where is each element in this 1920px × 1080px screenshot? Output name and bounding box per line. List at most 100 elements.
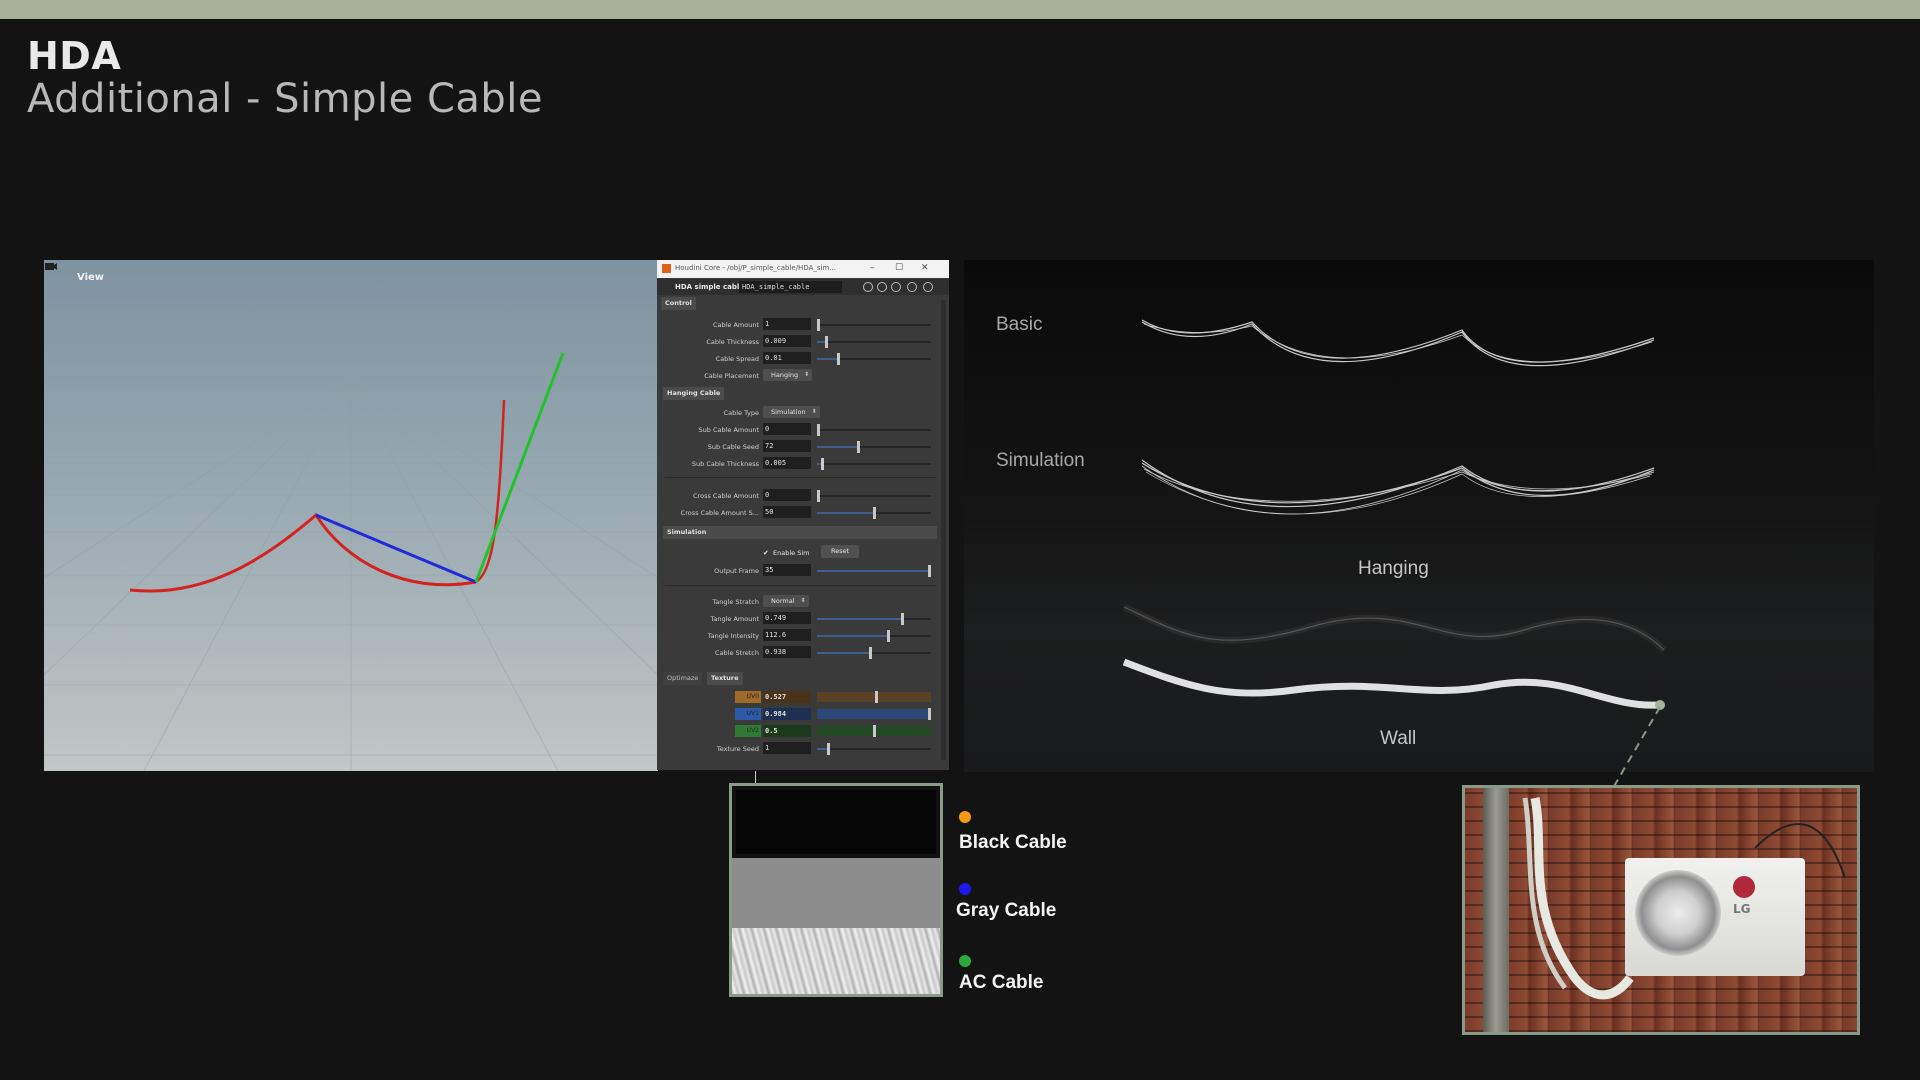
tangle-intensity-field[interactable]: 112.6 — [763, 629, 811, 641]
ac-unit: LG — [1625, 858, 1805, 976]
legend-dot-black-cable — [959, 811, 971, 823]
label-basic: Basic — [996, 314, 1043, 335]
param-cross-cable-amount-s: Cross Cable Amount S... 50 — [657, 506, 949, 519]
cable-thickness-field[interactable]: 0.009 — [763, 335, 811, 347]
cable-curve-red-rise — [475, 399, 506, 584]
enable-sim-checkbox[interactable]: ✔ — [763, 549, 769, 557]
cable-stretch-slider[interactable] — [817, 647, 931, 659]
tab-optimaze[interactable]: Optimaze — [663, 672, 703, 685]
sub-cable-seed-field[interactable]: 72 — [763, 440, 811, 452]
cable-spread-field[interactable]: 0.01 — [763, 352, 811, 364]
help-icon[interactable] — [923, 282, 933, 292]
divider — [665, 585, 937, 586]
uv2-slider[interactable] — [817, 725, 931, 737]
uv0-slider[interactable] — [817, 691, 931, 703]
tangle-amount-field[interactable]: 0.749 — [763, 612, 811, 624]
cable-spread-slider[interactable] — [817, 353, 931, 365]
brush-icon[interactable] — [877, 282, 887, 292]
cable-amount-slider[interactable] — [817, 319, 931, 331]
cable-stretch-field[interactable]: 0.938 — [763, 646, 811, 658]
cable-line-green — [474, 352, 565, 583]
param-cable-type: Cable Type Simulation — [657, 406, 949, 419]
sub-cable-seed-slider[interactable] — [817, 441, 931, 453]
render-showcase: Basic Simulation Hanging Wall — [964, 260, 1874, 772]
reset-button[interactable]: Reset — [821, 545, 860, 558]
top-accent-bar — [0, 0, 1920, 19]
param-tangle-stratch: Tangle Stratch Normal — [657, 595, 949, 608]
viewport-3d[interactable]: View — [44, 260, 658, 771]
close-icon[interactable]: ✕ — [921, 263, 929, 273]
uv1-field[interactable]: 0.984 — [763, 708, 811, 720]
page-subtitle: Additional - Simple Cable — [27, 76, 544, 122]
param-sub-cable-seed: Sub Cable Seed 72 — [657, 440, 949, 453]
cable-thickness-slider[interactable] — [817, 336, 931, 348]
param-cable-thickness: Cable Thickness 0.009 — [657, 335, 949, 348]
houdini-logo-icon — [662, 264, 671, 273]
node-name-field[interactable]: HDA_simple_cable — [739, 281, 842, 293]
info-icon[interactable] — [907, 282, 917, 292]
cable-placement-menu[interactable]: Hanging — [763, 369, 813, 381]
gear-icon[interactable] — [863, 282, 873, 292]
node-type-label: HDA simple cable — [675, 283, 745, 291]
page-title: HDA — [27, 34, 122, 78]
legend-dot-ac-cable — [959, 955, 971, 967]
parameter-panel: Houdini Core - /obj/P_simple_cable/HDA_s… — [657, 260, 949, 770]
node-header: HDA simple cable HDA_simple_cable — [657, 279, 949, 295]
param-uv2: UV2 0.5 — [657, 725, 949, 738]
tangle-intensity-slider[interactable] — [817, 630, 931, 642]
param-cable-amount: Cable Amount 1 — [657, 318, 949, 331]
minimize-icon[interactable]: – — [870, 263, 875, 273]
sub-cable-amount-field[interactable]: 0 — [763, 423, 811, 435]
label-simulation: Simulation — [996, 450, 1085, 471]
param-texture-seed: Texture Seed 1 — [657, 742, 949, 755]
cross-cable-amount-s-field[interactable]: 50 — [763, 506, 811, 518]
maximize-icon[interactable]: ☐ — [895, 263, 903, 273]
search-icon[interactable] — [891, 282, 901, 292]
camera-icon[interactable] — [44, 260, 58, 272]
param-cable-placement: Cable Placement Hanging — [657, 369, 949, 382]
section-hanging-cable[interactable]: Hanging Cable — [663, 387, 725, 400]
param-sub-cable-amount: Sub Cable Amount 0 — [657, 423, 949, 436]
param-cross-cable-amount: Cross Cable Amount 0 — [657, 489, 949, 502]
uv2-field[interactable]: 0.5 — [763, 725, 811, 737]
param-sub-cable-thickness: Sub Cable Thickness 0.005 — [657, 457, 949, 470]
viewport-grid — [44, 352, 658, 771]
param-tangle-intensity: Tangle Intensity 112.6 — [657, 629, 949, 642]
param-tangle-amount: Tangle Amount 0.749 — [657, 612, 949, 625]
param-uv1: UV1 0.984 — [657, 708, 949, 721]
sub-cable-amount-slider[interactable] — [817, 424, 931, 436]
tangle-amount-slider[interactable] — [817, 613, 931, 625]
cross-cable-amount-slider[interactable] — [817, 490, 931, 502]
cable-amount-field[interactable]: 1 — [763, 318, 811, 330]
enable-sim-label: Enable Sim — [773, 549, 810, 557]
cross-cable-amount-s-slider[interactable] — [817, 507, 931, 519]
swatch-ac-texture — [732, 928, 940, 994]
cross-cable-amount-field[interactable]: 0 — [763, 489, 811, 501]
panel-scrollbar[interactable] — [941, 300, 946, 760]
label-hanging: Hanging — [1358, 558, 1429, 579]
cable-renders — [1122, 319, 1667, 710]
tangle-stratch-menu[interactable]: Normal — [763, 595, 809, 607]
param-cable-spread: Cable Spread 0.01 — [657, 352, 949, 365]
tab-control[interactable]: Control — [661, 297, 696, 310]
param-cable-stretch: Cable Stretch 0.938 — [657, 646, 949, 659]
texture-seed-field[interactable]: 1 — [763, 742, 811, 754]
section-simulation[interactable]: Simulation — [663, 526, 937, 539]
output-frame-field[interactable]: 35 — [763, 564, 811, 576]
texture-seed-slider[interactable] — [817, 743, 931, 755]
uv0-field[interactable]: 0.527 — [763, 691, 811, 703]
uv1-slider[interactable] — [817, 708, 931, 720]
sub-cable-thickness-slider[interactable] — [817, 458, 931, 470]
legend-dot-gray-cable — [959, 883, 971, 895]
panel-title-bar: Houdini Core - /obj/P_simple_cable/HDA_s… — [657, 260, 949, 278]
cable-line-blue — [315, 513, 477, 584]
output-frame-slider[interactable] — [817, 565, 931, 577]
param-uv0: UV0 0.527 — [657, 691, 949, 704]
sub-cable-thickness-field[interactable]: 0.005 — [763, 457, 811, 469]
tab-texture[interactable]: Texture — [707, 672, 743, 685]
param-output-frame: Output Frame 35 — [657, 564, 949, 577]
cable-curve-red — [129, 512, 477, 593]
viewport-label[interactable]: View — [77, 272, 104, 283]
cable-type-menu[interactable]: Simulation — [763, 406, 820, 418]
legend-black-cable: Black Cable — [959, 832, 1067, 853]
